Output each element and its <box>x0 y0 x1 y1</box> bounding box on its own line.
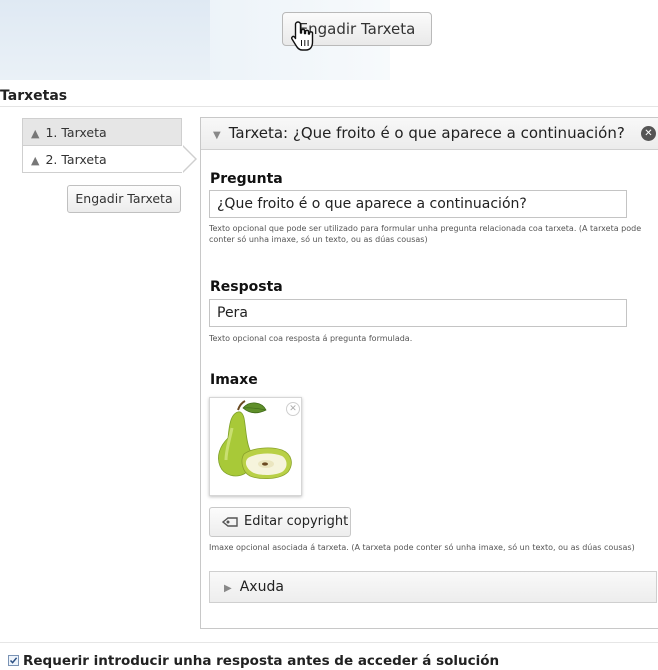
add-card-button[interactable]: Engadir Tarxeta <box>67 185 181 213</box>
help-accordion-label: Axuda <box>239 579 284 595</box>
help-accordion[interactable]: ▶ Axuda <box>209 571 657 603</box>
card-list-item-1[interactable]: ▲︎ 1. Tarxeta <box>22 118 182 146</box>
close-icon[interactable]: ✕ <box>641 126 656 141</box>
answer-label: Resposta <box>210 279 283 295</box>
checkmark-icon <box>9 657 18 664</box>
card-editor-header[interactable]: ▼ Tarxeta: ¿Que froito é o que aparece a … <box>201 118 658 150</box>
expand-triangle-icon: ▶ <box>224 583 232 594</box>
question-field[interactable]: ¿Que froito é o que aparece a continuaci… <box>209 190 627 218</box>
image-thumbnail[interactable]: ✕ <box>209 397 302 496</box>
drag-handle-icon[interactable]: ▲︎ <box>31 154 39 167</box>
card-editor-panel: ▼ Tarxeta: ¿Que froito é o que aparece a … <box>200 117 658 629</box>
card-list-item-label: 1. Tarxeta <box>45 125 107 140</box>
answer-help: Texto opcional coa resposta á pregunta f… <box>209 334 413 343</box>
question-help: Texto opcional que pode ser utilizado pa… <box>209 224 642 244</box>
image-help: Imaxe opcional asociada á tarxeta. (A ta… <box>209 543 635 552</box>
card-list-item-2[interactable]: ▲︎ 2. Tarxeta <box>22 145 197 173</box>
section-title: Tarxetas <box>0 88 68 104</box>
background-band-left <box>0 0 210 80</box>
card-list: ▲︎ 1. Tarxeta ▲︎ 2. Tarxeta <box>22 118 197 173</box>
card-editor-title: Tarxeta: ¿Que froito é o que aparece a c… <box>228 124 625 142</box>
edit-copyright-button[interactable]: Editar copyright <box>209 507 351 537</box>
answer-field[interactable]: Pera <box>209 299 627 327</box>
divider <box>0 106 658 107</box>
require-answer-row: Requerir introducir unha resposta antes … <box>8 653 499 669</box>
remove-image-icon[interactable]: ✕ <box>286 402 300 416</box>
copyright-icon <box>222 517 238 527</box>
divider <box>0 642 658 643</box>
edit-copyright-label: Editar copyright <box>244 514 349 529</box>
card-list-item-label: 2. Tarxeta <box>45 152 107 167</box>
require-answer-label[interactable]: Requerir introducir unha resposta antes … <box>23 653 499 669</box>
require-answer-checkbox[interactable] <box>8 655 19 666</box>
collapse-triangle-icon: ▼ <box>213 130 221 141</box>
image-label: Imaxe <box>210 372 258 388</box>
question-label: Pregunta <box>210 171 283 187</box>
hand-cursor-icon <box>291 21 314 51</box>
drag-handle-icon[interactable]: ▲︎ <box>31 127 39 140</box>
selection-arrow-inner <box>182 146 195 172</box>
